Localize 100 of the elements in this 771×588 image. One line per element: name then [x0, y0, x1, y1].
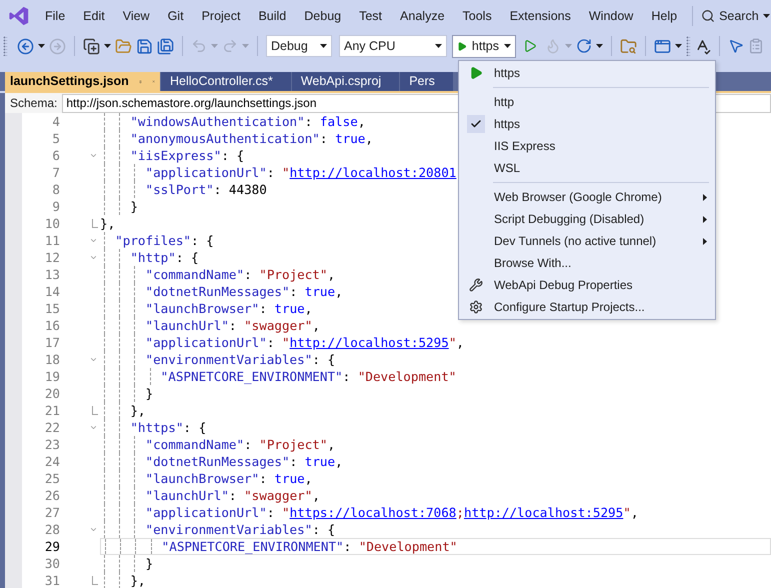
collapse-icon[interactable]	[89, 423, 98, 432]
menu-item[interactable]: Script Debugging (Disabled)	[459, 208, 715, 230]
menu-item[interactable]: Help	[642, 6, 686, 26]
line-number: 18	[44, 351, 60, 368]
menu-item[interactable]: Browse With...	[459, 252, 715, 274]
document-tab[interactable]: WebApi.csproj	[292, 72, 400, 91]
line-number: 20	[44, 385, 60, 402]
menu-item[interactable]: File	[36, 6, 74, 26]
menu-item[interactable]: WSL	[459, 157, 715, 179]
menu-item[interactable]: Tools	[454, 6, 501, 26]
logo-icon[interactable]	[8, 5, 30, 27]
clipboard-icon[interactable]	[748, 38, 764, 54]
pointer-icon[interactable]	[728, 38, 744, 54]
caret-icon[interactable]	[38, 44, 45, 48]
line-number: 13	[44, 266, 60, 283]
caret-icon[interactable]	[104, 44, 111, 48]
caret-icon[interactable]	[435, 44, 442, 48]
submenu-arrow-icon	[703, 194, 707, 200]
code-line: "commandName": "Project",	[144, 436, 336, 453]
caret-icon[interactable]	[320, 44, 327, 48]
code-line: "anonymousAuthentication": true,	[129, 130, 373, 147]
line-number: 31	[44, 572, 60, 588]
line-number: 19	[44, 368, 60, 385]
menu-item[interactable]: Project	[192, 6, 250, 26]
menu-item[interactable]: Web Browser (Google Chrome)	[459, 186, 715, 208]
code-line: },	[129, 402, 146, 419]
code-line: "sslPort": 44380	[144, 181, 267, 198]
caret-icon[interactable]	[504, 44, 511, 48]
menu-item[interactable]: Git	[158, 6, 193, 26]
menu-item[interactable]: WebApi Debug Properties	[459, 274, 715, 296]
code-line: "applicationUrl": "http://localhost:20801	[144, 164, 456, 181]
wrench-icon	[469, 278, 483, 292]
document-tab[interactable]: HelloController.cs*	[161, 72, 291, 91]
line-number: 9	[51, 198, 60, 215]
menu-item[interactable]: Window	[580, 6, 642, 26]
code-line: },	[100, 215, 116, 232]
line-number: 8	[51, 181, 60, 198]
caret-icon[interactable]	[596, 44, 603, 48]
line-number: 4	[51, 113, 60, 130]
collapse-icon[interactable]	[89, 151, 98, 160]
caret-icon[interactable]	[675, 44, 682, 48]
folder-search-icon[interactable]	[620, 38, 637, 54]
menu-item[interactable]: https	[459, 62, 715, 84]
code-line: "launchUrl": "swagger",	[144, 487, 320, 504]
line-number: 12	[44, 249, 60, 266]
menu-item[interactable]: Build	[249, 6, 296, 26]
menu-item[interactable]: http	[459, 91, 715, 113]
caret-icon[interactable]	[762, 14, 770, 18]
code-line: "launchBrowser": true,	[144, 300, 312, 317]
play-icon	[457, 40, 467, 52]
code-line: },	[129, 572, 146, 588]
code-line: }	[144, 385, 154, 402]
menu-item[interactable]: Dev Tunnels (no active tunnel)	[459, 230, 715, 252]
collapse-icon[interactable]	[89, 236, 98, 245]
line-number: 11	[44, 232, 60, 249]
line-number: 24	[44, 453, 60, 470]
restart-icon[interactable]	[576, 38, 592, 54]
line-number: 28	[44, 521, 60, 538]
menu-item[interactable]: Extensions	[500, 6, 580, 26]
menu-item[interactable]: Debug	[295, 6, 350, 26]
line-number: 14	[44, 283, 60, 300]
document-tab[interactable]: launchSettings.json	[5, 72, 160, 91]
menu-item[interactable]: IIS Express	[459, 135, 715, 157]
line-number: 6	[51, 147, 60, 164]
code-line: "ASPNETCORE_ENVIRONMENT": "Development"	[160, 368, 456, 385]
code-line: "environmentVariables": {	[144, 351, 336, 368]
code-line: "profiles": {	[114, 232, 214, 249]
line-number: 22	[44, 419, 60, 436]
menu-item[interactable]: Configure Startup Projects...	[459, 296, 715, 318]
line-number: 5	[51, 130, 60, 147]
new-project-icon[interactable]	[83, 38, 100, 54]
document-tab[interactable]: Pers	[400, 72, 453, 91]
search-icon	[701, 9, 716, 23]
code-line: }	[129, 198, 138, 215]
save-all-icon[interactable]	[157, 38, 174, 54]
menu-item[interactable]: Edit	[74, 6, 114, 26]
code-line: "commandName": "Project",	[144, 266, 336, 283]
line-number: 15	[44, 300, 60, 317]
collapse-icon[interactable]	[89, 253, 98, 262]
menu-item[interactable]: Analyze	[391, 6, 454, 26]
collapse-icon[interactable]	[89, 525, 98, 534]
collapse-icon[interactable]	[89, 355, 98, 364]
back-icon[interactable]	[17, 38, 34, 54]
window-icon[interactable]	[654, 38, 671, 54]
code-line: "https": {	[129, 419, 206, 436]
line-number: 17	[44, 334, 60, 351]
code-line: "dotnetRunMessages": true,	[144, 283, 343, 300]
save-icon[interactable]	[136, 38, 153, 54]
code-line: "launchUrl": "swagger",	[144, 317, 320, 334]
configuration-dropdown[interactable]: Debug	[266, 35, 332, 57]
play-outline-icon[interactable]	[523, 39, 537, 53]
search-button[interactable]: Search	[701, 6, 770, 26]
menu-item[interactable]: Test	[350, 6, 392, 26]
menu-item[interactable]: View	[114, 6, 159, 26]
menu-item[interactable]: https	[459, 113, 715, 135]
start-button[interactable]: https	[452, 34, 516, 58]
code-line: "environmentVariables": {	[144, 521, 336, 538]
line-number: 21	[44, 402, 60, 419]
schema-label: Schema:	[9, 95, 58, 112]
platform-dropdown[interactable]: Any CPU	[339, 35, 447, 57]
